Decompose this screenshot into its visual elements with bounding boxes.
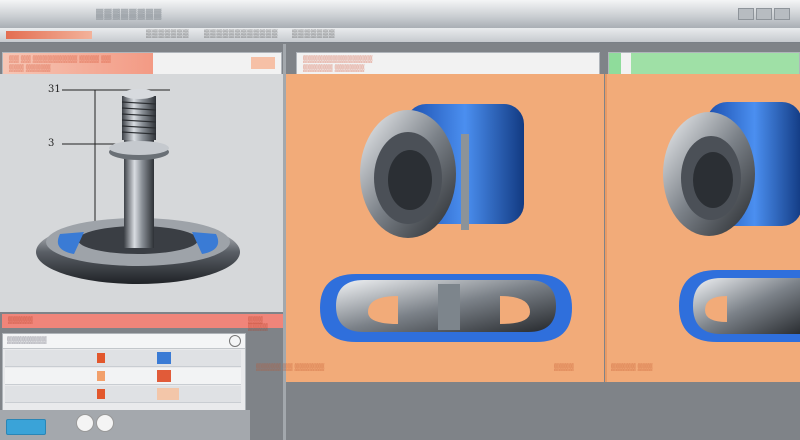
- primary-action-button[interactable]: [6, 419, 46, 435]
- list-row[interactable]: [5, 386, 241, 403]
- right-panel-header: [608, 52, 800, 76]
- menu-item-2[interactable]: ▒▒▒▒▒▒▒▒▒▒▒▒: [204, 29, 278, 38]
- help-icon[interactable]: [76, 414, 94, 432]
- title-bar: ▓▓▓▓▓▓▓▓: [0, 0, 800, 29]
- right-header-accent: [631, 53, 799, 75]
- left-header-tab[interactable]: [251, 57, 275, 69]
- row-marker: [97, 389, 105, 399]
- layer-list-title: ▒▒▒▒▒▒▒▒: [7, 337, 47, 344]
- bushing-model-middle: [320, 104, 572, 342]
- list-row[interactable]: [5, 350, 241, 367]
- bolt-drawing: [36, 89, 240, 284]
- maximize-button[interactable]: [756, 8, 772, 20]
- row-color-swatch[interactable]: [157, 388, 179, 400]
- middle-caption: ▒▒▒▒▒ ▒▒ ▒▒▒▒▒▒: [256, 364, 325, 371]
- menu-accent: [6, 31, 92, 39]
- middle-viewport[interactable]: ▒▒▒▒▒ ▒▒ ▒▒▒▒▒▒ ▒▒▒▒: [256, 74, 604, 382]
- bushing-model-right: [663, 102, 800, 342]
- middle-header-sub: ▒▒▒▒▒▒ ▒▒▒▒▒▒: [303, 65, 365, 72]
- middle-header-text: ▒▒▒▒▒▒▒▒▒▒▒▒▒▒: [303, 56, 373, 63]
- window-title: ▓▓▓▓▓▓▓▓: [96, 9, 163, 20]
- right-caption: ▒▒▒▒▒ ▒▒▒: [611, 364, 653, 371]
- row-color-swatch[interactable]: [157, 352, 171, 364]
- row-marker: [97, 353, 105, 363]
- layer-list: ▒▒▒▒▒▒▒▒: [2, 333, 246, 415]
- layer-list-header: ▒▒▒▒▒▒▒▒: [3, 334, 245, 349]
- left-header-text: ▒▒ ▒▒ ▒▒▒▒▒▒▒▒▒ ▒▒▒▒ ▒▒: [9, 56, 112, 63]
- middle-panel-header: ▒▒▒▒▒▒▒▒▒▒▒▒▒▒ ▒▒▒▒▒▒ ▒▒▒▒▒▒: [296, 52, 600, 76]
- minimize-button[interactable]: [738, 8, 754, 20]
- left-status-text: ▒▒▒▒▒: [8, 317, 33, 324]
- menu-item-1[interactable]: ▒▒▒▒▒▒▒: [146, 29, 189, 38]
- middle-caption-right: ▒▒▒▒: [554, 364, 574, 371]
- left-status-right: ▒▒▒ ▒▒▒▒: [248, 317, 268, 331]
- left-status-strip: ▒▒▒▒▒ ▒▒▒ ▒▒▒▒: [2, 314, 283, 331]
- left-header-sub: ▒▒▒ ▒▒▒▒▒: [9, 65, 51, 72]
- left-panel-header: ▒▒ ▒▒ ▒▒▒▒▒▒▒▒▒ ▒▒▒▒ ▒▒ ▒▒▒ ▒▒▒▒▒: [2, 52, 282, 76]
- close-button[interactable]: [774, 8, 790, 20]
- right-header-handle[interactable]: [609, 53, 621, 75]
- left-viewport[interactable]: 31 3: [0, 74, 283, 312]
- row-marker: [97, 371, 105, 381]
- settings-icon[interactable]: [229, 335, 241, 347]
- menu-bar: ▒▒▒▒▒▒▒ ▒▒▒▒▒▒▒▒▒▒▒▒ ▒▒▒▒▒▒▒: [0, 28, 800, 43]
- row-color-swatch[interactable]: [157, 370, 171, 382]
- list-row[interactable]: [5, 368, 241, 385]
- menu-item-3[interactable]: ▒▒▒▒▒▒▒: [292, 29, 335, 38]
- right-viewport[interactable]: ▒▒▒▒▒ ▒▒▒: [605, 74, 800, 382]
- info-icon[interactable]: [96, 414, 114, 432]
